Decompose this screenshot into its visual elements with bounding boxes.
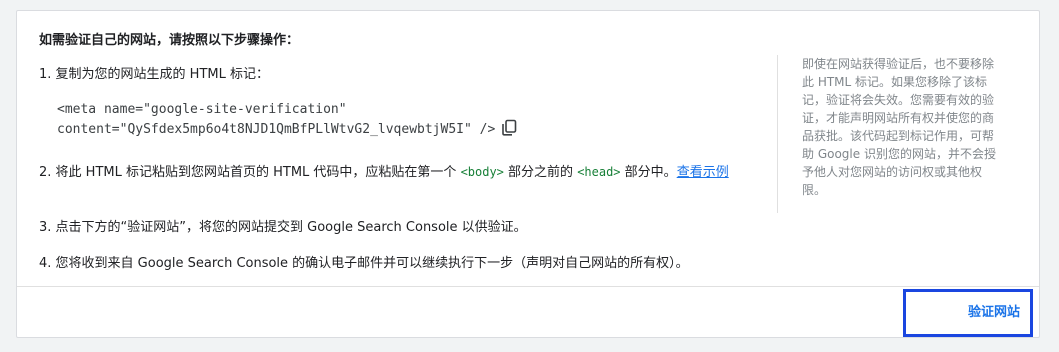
step-4: 4. 您将收到来自 Google Search Console 的确认电子邮件并… [39, 256, 689, 271]
head-tag: <head> [577, 165, 621, 179]
code-line-1[interactable]: <meta name="google-site-verification" [57, 101, 517, 119]
meta-tag-code[interactable]: <meta name="google-site-verification" co… [57, 101, 517, 139]
step-1: 1. 复制为您的网站生成的 HTML 标记： <meta name="googl… [39, 66, 761, 137]
copy-icon[interactable] [501, 119, 517, 136]
code-line-2-text[interactable]: content="QySfdex5mp6o4t8NJD1QmBfPLlWtvG2… [57, 122, 495, 137]
step-2-text-c: 部分中。 [620, 165, 677, 180]
footer-divider [17, 286, 1039, 287]
view-example-link[interactable]: 查看示例 [677, 165, 729, 180]
step-2-text-a: 2. 将此 HTML 标记粘贴到您网站首页的 HTML 代码中，应粘贴在第一个 [39, 165, 461, 180]
verification-card: 如需验证自己的网站，请按照以下步骤操作： 1. 复制为您的网站生成的 HTML … [16, 10, 1040, 338]
step-2-text-b: 部分之前的 [503, 165, 578, 180]
step-3: 3. 点击下方的“验证网站”，将您的网站提交到 Google Search Co… [39, 220, 527, 235]
verify-site-button[interactable]: 验证网站 [903, 289, 1033, 337]
sidebar-note: 即使在网站获得验证后，也不要移除此 HTML 标记。如果您移除了该标记，验证将会… [777, 55, 1003, 213]
step-1-text: 1. 复制为您的网站生成的 HTML 标记： [39, 67, 269, 82]
code-line-2[interactable]: content="QySfdex5mp6o4t8NJD1QmBfPLlWtvG2… [57, 119, 517, 139]
body-tag: <body> [460, 165, 504, 179]
instructions-heading: 如需验证自己的网站，请按照以下步骤操作： [39, 33, 300, 48]
step-2: 2. 将此 HTML 标记粘贴到您网站首页的 HTML 代码中，应粘贴在第一个 … [39, 163, 761, 182]
